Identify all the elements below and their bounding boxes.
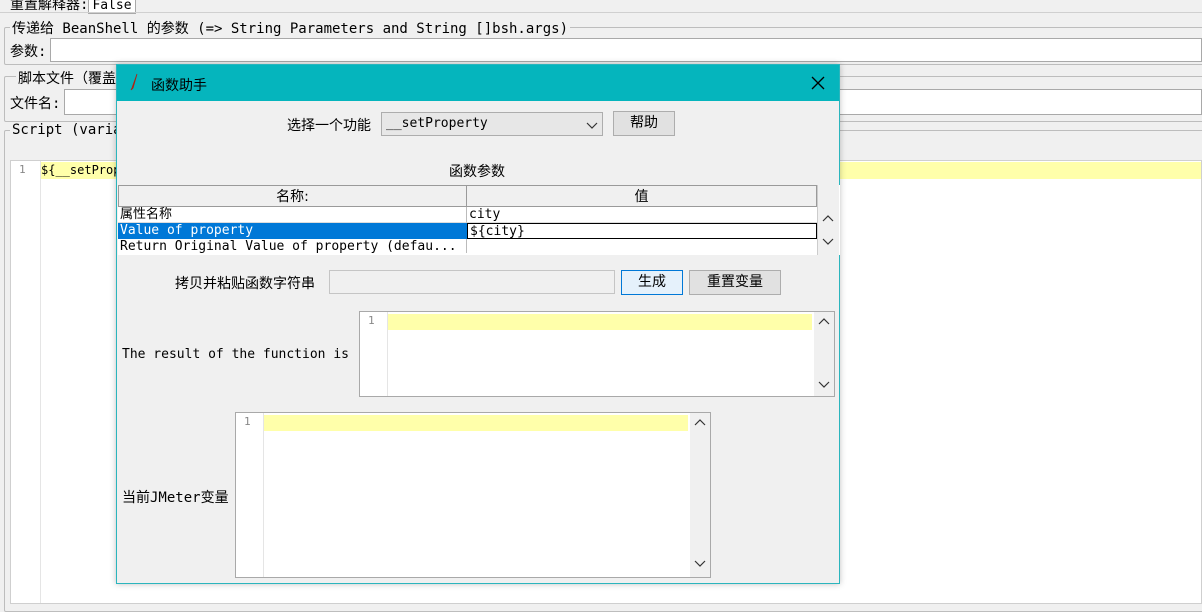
feather-icon xyxy=(129,73,139,91)
params-input[interactable] xyxy=(50,38,1202,62)
script-editor-gutter: 1 xyxy=(11,161,41,603)
reset-interpreter-row: 重置解释器: False xyxy=(10,0,136,14)
function-select-label: 选择一个功能 xyxy=(287,118,371,134)
function-select-value: __setProperty xyxy=(386,116,488,131)
table-header-value[interactable]: 值 xyxy=(467,185,817,207)
table-row-0-name[interactable]: 属性名称 xyxy=(118,207,467,223)
script-file-group-title: 脚本文件（覆盖 xyxy=(16,68,118,88)
vars-scroll-down-icon[interactable] xyxy=(692,557,708,573)
params-table-scrollbar[interactable] xyxy=(817,185,839,255)
jmeter-variables-label: 当前JMeter变量 xyxy=(122,490,229,506)
params-title: 函数参数 xyxy=(449,164,505,180)
result-editor-gutter: 1 xyxy=(360,312,388,396)
script-group-title: Script (varia xyxy=(10,122,124,138)
top-divider xyxy=(0,12,1202,13)
result-editor[interactable]: 1 xyxy=(359,311,835,397)
function-select[interactable]: __setProperty xyxy=(381,112,603,136)
script-line-number: 1 xyxy=(19,163,26,176)
table-row-0-value[interactable]: city xyxy=(467,207,817,223)
help-button[interactable]: 帮助 xyxy=(613,111,675,136)
vars-editor-gutter: 1 xyxy=(236,413,264,577)
vars-current-line xyxy=(264,415,688,431)
result-scrollbar[interactable] xyxy=(814,312,834,396)
vars-scrollbar[interactable] xyxy=(690,413,710,577)
result-current-line xyxy=(388,314,812,330)
scroll-up-icon[interactable] xyxy=(820,211,836,227)
vars-line-number: 1 xyxy=(244,415,251,428)
table-row-2-value[interactable] xyxy=(467,239,817,253)
table-row-1-name[interactable]: Value of property xyxy=(118,223,467,239)
vars-scroll-up-icon[interactable] xyxy=(692,415,708,431)
params-group-title: 传递给 BeanShell 的参数 (=> String Parameters … xyxy=(10,18,571,38)
dialog-title: 函数助手 xyxy=(151,78,207,94)
copy-string-label: 拷贝并粘贴函数字符串 xyxy=(175,276,315,292)
table-row-2-name[interactable]: Return Original Value of property (defau… xyxy=(118,239,467,253)
chevron-down-icon xyxy=(586,119,598,135)
script-editor-text: ${__setProp xyxy=(41,163,121,177)
function-helper-dialog: 函数助手 选择一个功能 __setProperty 帮助 函数参数 名称: 值 … xyxy=(116,64,840,584)
reset-variables-button[interactable]: 重置变量 xyxy=(689,270,781,295)
dialog-titlebar[interactable]: 函数助手 xyxy=(117,65,839,101)
generate-button[interactable]: 生成 xyxy=(621,270,683,295)
table-header-name[interactable]: 名称: xyxy=(118,185,467,207)
result-label: The result of the function is xyxy=(122,347,349,362)
jmeter-variables-editor[interactable]: 1 xyxy=(235,412,711,578)
filename-label: 文件名: xyxy=(10,96,61,112)
scroll-down-icon[interactable] xyxy=(820,235,836,251)
result-scroll-down-icon[interactable] xyxy=(816,378,832,394)
close-icon[interactable] xyxy=(809,74,827,92)
copy-string-input[interactable] xyxy=(329,270,615,294)
table-row-1-value-editor[interactable]: ${city} xyxy=(467,223,817,239)
params-label: 参数: xyxy=(10,44,47,60)
result-scroll-up-icon[interactable] xyxy=(816,314,832,330)
result-line-number: 1 xyxy=(368,314,375,327)
params-table: 名称: 值 属性名称 city Value of property ${city… xyxy=(118,185,840,255)
